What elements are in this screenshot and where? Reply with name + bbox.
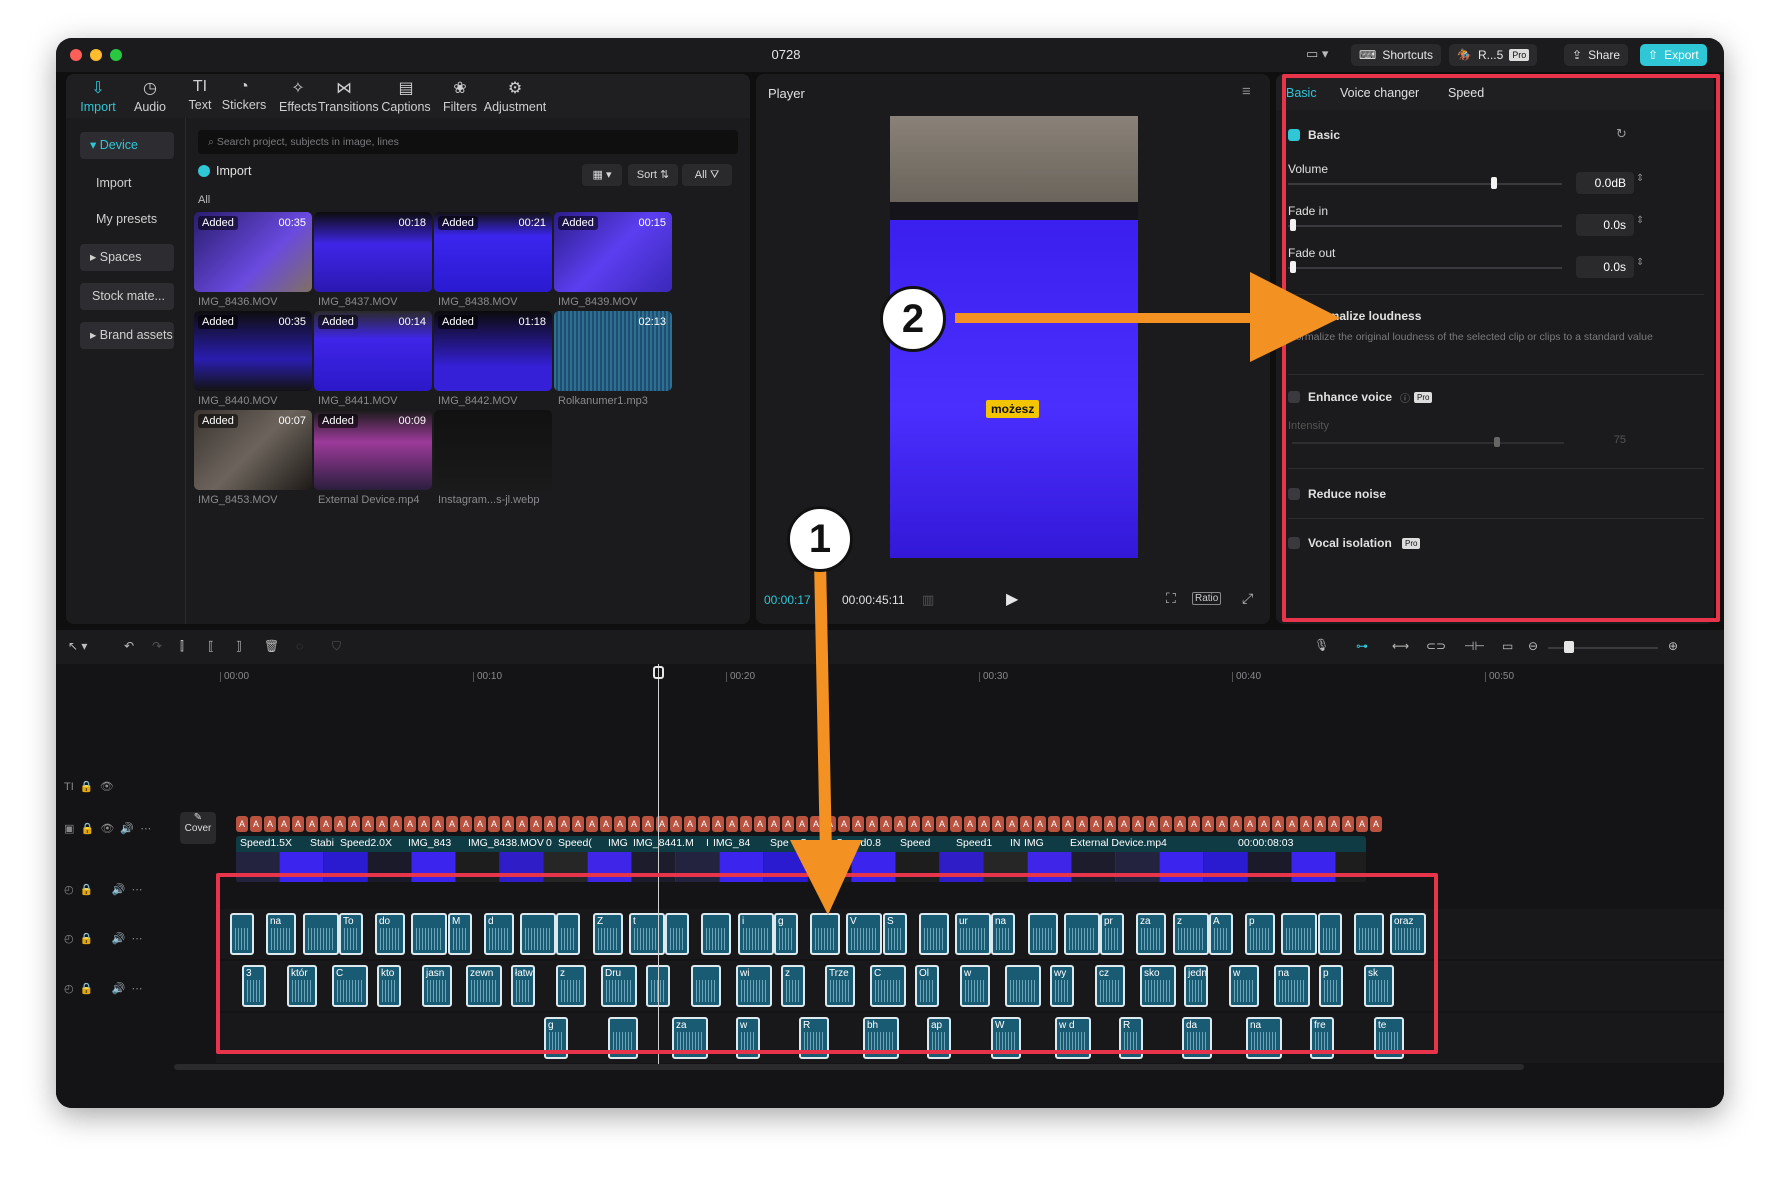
- annotation-arrows: [790, 272, 1340, 915]
- arrow-2-head: [1250, 272, 1340, 362]
- annotation-marker-1: 1: [787, 506, 853, 572]
- arrow-1-head: [790, 840, 862, 915]
- arrow-1-line: [814, 559, 832, 856]
- annotation-marker-2: 2: [880, 286, 946, 352]
